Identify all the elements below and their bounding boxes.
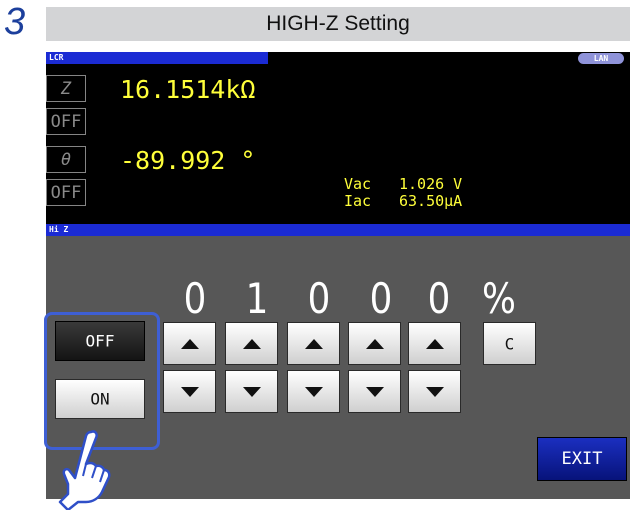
up-arrow-icon	[180, 338, 199, 349]
param2-off-toggle[interactable]: OFF	[46, 179, 86, 206]
down-arrow-icon	[304, 386, 323, 397]
digit-1-up-button[interactable]	[163, 322, 216, 365]
digit-4-down-button[interactable]	[348, 370, 401, 413]
up-arrow-icon	[425, 338, 444, 349]
param2-value: -89.992 °	[120, 146, 256, 175]
page-title: HIGH-Z Setting	[46, 7, 630, 41]
lan-badge: LAN	[578, 53, 624, 64]
digit-4-up-button[interactable]	[348, 322, 401, 365]
clear-button-label: C	[504, 334, 515, 353]
down-arrow-icon	[365, 386, 384, 397]
digit-3-down-button[interactable]	[287, 370, 340, 413]
digit-5: 0	[427, 274, 451, 323]
iac-value: 63.50µA	[399, 192, 463, 210]
digit-3: 0	[307, 274, 331, 323]
up-arrow-icon	[365, 338, 384, 349]
digit-1-down-button[interactable]	[163, 370, 216, 413]
digit-5-down-button[interactable]	[408, 370, 461, 413]
param2-label[interactable]: θ	[46, 146, 86, 173]
down-arrow-icon	[180, 386, 199, 397]
digit-2-down-button[interactable]	[225, 370, 278, 413]
up-arrow-icon	[304, 338, 323, 349]
exit-button[interactable]: EXIT	[537, 437, 627, 481]
digit-3-up-button[interactable]	[287, 322, 340, 365]
down-arrow-icon	[425, 386, 444, 397]
digit-2: 1	[245, 274, 269, 323]
exit-button-label: EXIT	[561, 449, 603, 469]
digit-5-up-button[interactable]	[408, 322, 461, 365]
iac-label: Iac	[344, 192, 372, 210]
vac-value: 1.026 V	[399, 175, 463, 193]
digit-2-up-button[interactable]	[225, 322, 278, 365]
clear-button[interactable]: C	[483, 322, 536, 365]
param1-value: 16.1514kΩ	[120, 75, 256, 104]
up-arrow-icon	[242, 338, 261, 349]
vac-label: Vac	[344, 175, 372, 193]
unit-percent: %	[482, 274, 516, 323]
pointing-hand-icon	[58, 430, 111, 510]
digit-1: 0	[183, 274, 207, 323]
param1-label[interactable]: Z	[46, 75, 86, 102]
digit-4: 0	[369, 274, 393, 323]
step-number: 3	[4, 1, 26, 43]
param1-off-toggle[interactable]: OFF	[46, 108, 86, 135]
down-arrow-icon	[242, 386, 261, 397]
hiz-section-bar: Hi Z	[46, 224, 630, 236]
lcr-tab[interactable]: LCR	[46, 52, 268, 64]
